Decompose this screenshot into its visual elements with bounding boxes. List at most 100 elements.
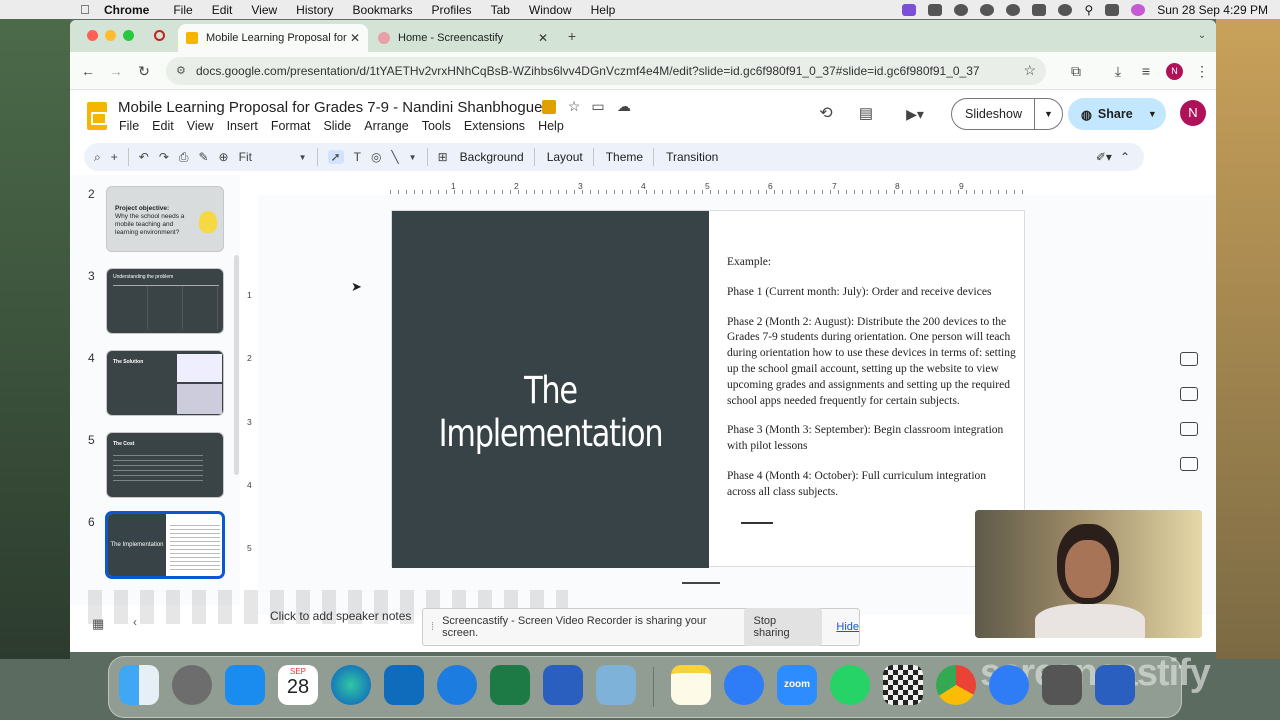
- chrome-icon[interactable]: [936, 665, 976, 705]
- cloud-icon[interactable]: [980, 3, 995, 16]
- siri-icon[interactable]: [1131, 3, 1146, 16]
- close-tab-icon[interactable]: ✕: [538, 31, 548, 45]
- slideshow-button[interactable]: Slideshow ▼: [951, 98, 1063, 130]
- screencastify-icon[interactable]: [724, 665, 764, 705]
- download-icon[interactable]: ⤓: [1108, 61, 1128, 81]
- zoom-select[interactable]: Fit: [239, 150, 289, 164]
- slide-body-text[interactable]: Example: Phase 1 (Current month: July): …: [727, 255, 1017, 515]
- generic-app-icon[interactable]: [1042, 665, 1082, 705]
- layout-button[interactable]: Layout: [547, 150, 583, 164]
- grid-view-icon[interactable]: ▦: [92, 616, 104, 632]
- notes-icon[interactable]: [671, 665, 711, 705]
- reload-icon[interactable]: ↻: [134, 61, 154, 81]
- line-icon[interactable]: ╲: [391, 150, 398, 164]
- menubar-clock[interactable]: Sun 28 Sep 4:29 PM: [1157, 3, 1268, 17]
- spotlight-icon[interactable]: ⚲: [1084, 3, 1093, 17]
- share-dropdown-icon[interactable]: ▼: [1148, 109, 1157, 119]
- menubar-item-tab[interactable]: Tab: [491, 3, 510, 17]
- move-folder-icon[interactable]: ▭: [590, 96, 606, 116]
- slide-thumbnail-3[interactable]: Understanding the problem: [106, 268, 224, 334]
- menu-view[interactable]: View: [187, 119, 214, 133]
- slide-thumbnail-2[interactable]: Project objective: Why the school needs …: [106, 186, 224, 252]
- slide-thumbnail-5[interactable]: The Cost: [106, 432, 224, 498]
- back-icon[interactable]: ←: [78, 61, 98, 81]
- excel-icon[interactable]: [490, 665, 530, 705]
- speaker-notes[interactable]: Click to add speaker notes: [270, 609, 411, 623]
- screen-record-icon[interactable]: [902, 3, 917, 16]
- star-icon[interactable]: ☆: [566, 96, 582, 116]
- transition-button[interactable]: Transition: [666, 150, 718, 164]
- bookmark-star-icon[interactable]: ☆: [1023, 62, 1036, 79]
- collapse-toolbar-icon[interactable]: ⌃: [1120, 150, 1130, 164]
- word-icon[interactable]: [543, 665, 583, 705]
- forward-icon[interactable]: →: [106, 61, 126, 81]
- menu-tools[interactable]: Tools: [422, 119, 451, 133]
- stop-sharing-button[interactable]: Stop sharing: [743, 608, 823, 646]
- menubar-item-help[interactable]: Help: [591, 3, 616, 17]
- meet-icon[interactable]: ▶▾: [900, 104, 930, 124]
- document-title[interactable]: Mobile Learning Proposal for Grades 7-9 …: [118, 99, 542, 116]
- notes-resize-handle[interactable]: [682, 582, 720, 584]
- maximize-window-button[interactable]: [123, 30, 134, 41]
- minimize-window-button[interactable]: [105, 30, 116, 41]
- redo-icon[interactable]: ↷: [159, 150, 169, 164]
- keep-icon[interactable]: [1180, 352, 1198, 366]
- media-icon[interactable]: ≡: [1136, 61, 1156, 81]
- comments-icon[interactable]: ▤: [856, 104, 876, 124]
- screencastify-app-icon[interactable]: [989, 665, 1029, 705]
- app-store-icon[interactable]: [225, 665, 265, 705]
- menu-insert[interactable]: Insert: [227, 119, 258, 133]
- finder-icon[interactable]: [119, 665, 159, 705]
- onedrive-icon[interactable]: [437, 665, 477, 705]
- menubar-item-history[interactable]: History: [296, 3, 333, 17]
- close-tab-icon[interactable]: ✕: [350, 31, 360, 45]
- account-avatar[interactable]: N: [1180, 100, 1206, 126]
- cloud-saved-icon[interactable]: ☁: [616, 96, 632, 116]
- calendar-icon[interactable]: SEP 28: [278, 665, 318, 705]
- menubar-item-profiles[interactable]: Profiles: [432, 3, 472, 17]
- system-settings-icon[interactable]: [172, 665, 212, 705]
- edge-icon[interactable]: [331, 665, 371, 705]
- bluetooth-icon[interactable]: [1006, 3, 1021, 16]
- menu-format[interactable]: Format: [271, 119, 311, 133]
- search-menus-icon[interactable]: ⌕: [94, 150, 101, 165]
- profile-avatar[interactable]: N: [1166, 63, 1183, 80]
- line-dropdown-icon[interactable]: ▼: [409, 153, 417, 162]
- zoom-icon[interactable]: ⊕: [219, 150, 229, 164]
- menubar-item-view[interactable]: View: [251, 3, 277, 17]
- version-history-icon[interactable]: ⟲: [816, 104, 836, 124]
- tab-mobile-learning[interactable]: Mobile Learning Proposal for ✕: [178, 24, 368, 52]
- slide-thumbnail-6[interactable]: The Implementation: [106, 512, 224, 578]
- slideshow-dropdown-icon[interactable]: ▼: [1034, 99, 1062, 129]
- filmstrip-scrollbar[interactable]: [234, 255, 239, 475]
- site-info-icon[interactable]: ⚙: [176, 64, 186, 77]
- slideshow-label[interactable]: Slideshow: [952, 107, 1034, 121]
- share-button[interactable]: ◍ Share ▼: [1068, 98, 1166, 130]
- zoom-app-icon[interactable]: zoom: [777, 665, 817, 705]
- chess-icon[interactable]: [883, 665, 923, 705]
- webcam-overlay[interactable]: [975, 510, 1202, 638]
- menu-help[interactable]: Help: [538, 119, 564, 133]
- battery-icon[interactable]: [1032, 3, 1047, 16]
- print-icon[interactable]: ⎙: [179, 150, 189, 165]
- menubar-app-name[interactable]: Chrome: [104, 3, 149, 17]
- menu-slide[interactable]: Slide: [323, 119, 351, 133]
- slide-thumbnail-4[interactable]: The Solution: [106, 350, 224, 416]
- wifi-icon[interactable]: [1058, 3, 1073, 16]
- slide-title[interactable]: The Implementation: [421, 369, 681, 455]
- control-icon[interactable]: [954, 3, 969, 16]
- tasks-icon[interactable]: [1180, 387, 1198, 401]
- apple-icon[interactable]: : [80, 2, 94, 17]
- tab-screencastify[interactable]: Home - Screencastify ✕: [370, 24, 556, 52]
- zoom-status-icon[interactable]: [928, 3, 943, 16]
- tab-search-icon[interactable]: ⌄: [1194, 26, 1210, 46]
- word-doc-icon[interactable]: [1095, 665, 1135, 705]
- current-slide[interactable]: The Implementation Example: Phase 1 (Cur…: [391, 210, 1025, 568]
- menu-extensions[interactable]: Extensions: [464, 119, 525, 133]
- zoom-dropdown-icon[interactable]: ▼: [299, 153, 307, 162]
- text-box-icon[interactable]: T: [354, 150, 361, 164]
- close-window-button[interactable]: [87, 30, 98, 41]
- hide-button[interactable]: Hide: [836, 621, 859, 633]
- extensions-icon[interactable]: ⧉: [1066, 61, 1086, 81]
- pen-icon[interactable]: ✐▾: [1096, 150, 1112, 164]
